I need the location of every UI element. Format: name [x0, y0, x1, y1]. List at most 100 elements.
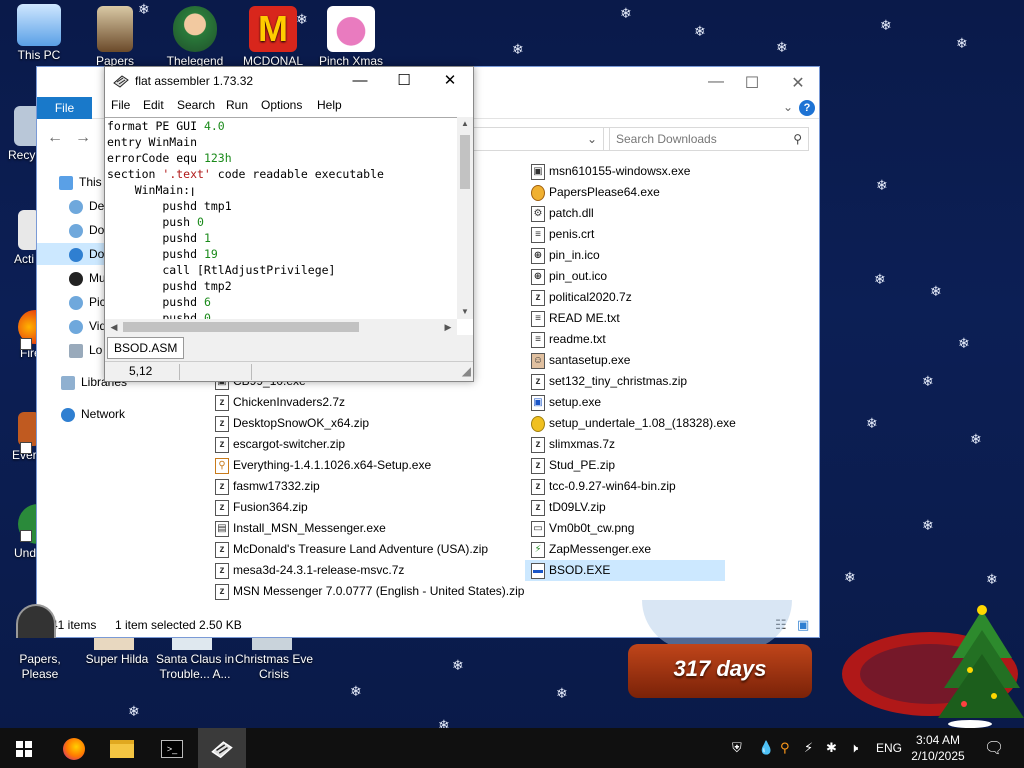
- horizontal-scrollbar[interactable]: ◀ ▶: [105, 319, 457, 335]
- search-icon[interactable]: ⚲: [793, 128, 802, 150]
- volume-muted-icon[interactable]: 🕨: [850, 740, 858, 756]
- vertical-scrollbar[interactable]: ▲ ▼: [457, 117, 473, 319]
- code-line[interactable]: pushd 1: [107, 230, 384, 246]
- code-line[interactable]: call [RtlAdjustPrivilege]: [107, 262, 384, 278]
- start-button[interactable]: [0, 728, 48, 768]
- code-line[interactable]: section '.text' code readable executable: [107, 166, 384, 182]
- taskbar-command-prompt[interactable]: >_: [148, 728, 196, 768]
- list-item[interactable]: z Fusion364.zip: [215, 497, 308, 518]
- maximize-icon[interactable]: ☐: [737, 73, 767, 93]
- clock[interactable]: 3:04 AM 2/10/2025: [904, 732, 972, 764]
- list-item[interactable]: ≡ READ ME.txt: [531, 308, 620, 329]
- nav-item-network[interactable]: Network: [61, 403, 207, 425]
- forward-arrow-icon[interactable]: →: [71, 128, 95, 148]
- list-item[interactable]: ≡ readme.txt: [531, 329, 606, 350]
- code-editor[interactable]: format PE GUI 4.0 entry WinMain errorCode …: [105, 117, 471, 319]
- code-line[interactable]: errorCode equ 123h: [107, 150, 384, 166]
- scroll-left-icon[interactable]: ◀: [107, 319, 121, 335]
- list-item[interactable]: z tcc-0.9.27-win64-bin.zip: [531, 476, 676, 497]
- taskbar-flat-assembler[interactable]: [198, 728, 246, 768]
- network-status-icon[interactable]: ⛨: [732, 740, 742, 756]
- notification-icon[interactable]: 🗨: [984, 738, 1004, 758]
- ribbon-expand-icon[interactable]: ⌄: [783, 100, 793, 114]
- list-item[interactable]: ⚲ Everything-1.4.1.1026.x64-Setup.exe: [215, 455, 431, 476]
- list-item[interactable]: z mesa3d-24.3.1-release-msvc.7z: [215, 560, 404, 581]
- list-item[interactable]: ▤ Install_MSN_Messenger.exe: [215, 518, 386, 539]
- flat-assembler-window[interactable]: flat assembler 1.73.32 — ☐ ✕ File Edit S…: [104, 66, 474, 382]
- list-item[interactable]: z Stud_PE.zip: [531, 455, 615, 476]
- code-line[interactable]: WinMain:: [107, 182, 384, 198]
- list-item[interactable]: setup_undertale_1.08_(18328).exe: [531, 413, 736, 434]
- scroll-up-icon[interactable]: ▲: [457, 117, 473, 131]
- code-line[interactable]: pushd tmp2: [107, 278, 384, 294]
- list-item[interactable]: z slimxmas.7z: [531, 434, 615, 455]
- menu-file[interactable]: File: [111, 98, 130, 112]
- code-line[interactable]: push 0: [107, 214, 384, 230]
- desktop-icon-this-pc[interactable]: This PC: [0, 4, 78, 62]
- droplet-icon[interactable]: 💧: [758, 740, 774, 756]
- desktop-icon-papers[interactable]: Papers: [76, 6, 154, 68]
- code-line[interactable]: pushd 19: [107, 246, 384, 262]
- address-dropdown-icon[interactable]: ⌄: [587, 132, 597, 146]
- code-line[interactable]: entry WinMain: [107, 134, 384, 150]
- scroll-down-icon[interactable]: ▼: [457, 305, 473, 319]
- fasm-title-bar[interactable]: flat assembler 1.73.32 — ☐ ✕: [105, 67, 473, 95]
- snowflake-tray-icon[interactable]: ✱: [826, 740, 837, 756]
- minimize-icon[interactable]: —: [701, 73, 731, 93]
- desktop-icon-pinch-xmas[interactable]: Pinch Xmas: [312, 6, 390, 68]
- christmas-countdown-gadget[interactable]: 317 days: [622, 600, 818, 710]
- help-icon[interactable]: ?: [799, 100, 815, 116]
- scroll-thumb[interactable]: [123, 322, 359, 332]
- list-item[interactable]: z political2020.7z: [531, 287, 632, 308]
- taskbar-file-explorer[interactable]: [98, 728, 146, 768]
- address-bar[interactable]: ⌄: [473, 127, 603, 151]
- scroll-right-icon[interactable]: ▶: [441, 319, 455, 335]
- list-item[interactable]: ▣ setup.exe: [531, 392, 601, 413]
- search-input[interactable]: Search Downloads ⚲: [609, 127, 809, 151]
- code-line[interactable]: pushd 6: [107, 294, 384, 310]
- list-item[interactable]: ▭ Vm0b0t_cw.png: [531, 518, 634, 539]
- code-line[interactable]: pushd 0: [107, 310, 384, 319]
- taskbar-firefox[interactable]: [50, 728, 98, 768]
- minimize-icon[interactable]: —: [337, 67, 383, 95]
- menu-options[interactable]: Options: [261, 98, 302, 112]
- list-item[interactable]: z McDonald's Treasure Land Adventure (USA…: [215, 539, 488, 560]
- resize-grip-icon[interactable]: ◢: [462, 364, 471, 378]
- list-item[interactable]: ⊕ pin_out.ico: [531, 266, 607, 287]
- language-indicator[interactable]: ENG: [876, 741, 902, 755]
- list-item[interactable]: ☺ santasetup.exe: [531, 350, 630, 371]
- file-tab[interactable]: File: [37, 97, 92, 119]
- back-arrow-icon[interactable]: ←: [43, 128, 67, 148]
- list-item[interactable]: z set132_tiny_christmas.zip: [531, 371, 687, 392]
- search-tray-icon[interactable]: ⚲: [780, 740, 790, 756]
- list-item[interactable]: ≡ penis.crt: [531, 224, 594, 245]
- desktop-icon-mcdonalds[interactable]: M MCDONAL: [234, 6, 312, 68]
- lightning-icon[interactable]: ⚡: [804, 740, 813, 756]
- list-item[interactable]: z DesktopSnowOK_x64.zip: [215, 413, 369, 434]
- close-icon[interactable]: ✕: [427, 67, 473, 95]
- list-item[interactable]: ⚡ ZapMessenger.exe: [531, 539, 651, 560]
- list-item[interactable]: z tD09LV.zip: [531, 497, 606, 518]
- menu-help[interactable]: Help: [317, 98, 342, 112]
- scroll-thumb[interactable]: [460, 135, 470, 189]
- list-item[interactable]: z fasmw17332.zip: [215, 476, 320, 497]
- tab-bsod-asm[interactable]: BSOD.ASM: [107, 337, 185, 359]
- menu-search[interactable]: Search: [177, 98, 215, 112]
- list-item[interactable]: z ChickenInvaders2.7z: [215, 392, 345, 413]
- close-icon[interactable]: ✕: [783, 73, 813, 93]
- menu-run[interactable]: Run: [226, 98, 248, 112]
- menu-edit[interactable]: Edit: [143, 98, 164, 112]
- list-item[interactable]: ⚙ patch.dll: [531, 203, 594, 224]
- maximize-icon[interactable]: ☐: [381, 67, 427, 95]
- desktop-icon-thelegend[interactable]: Thelegend: [156, 6, 234, 68]
- list-item[interactable]: PapersPlease64.exe: [531, 182, 660, 203]
- list-item[interactable]: ▣ msn610155-windowsx.exe: [531, 161, 690, 182]
- desktop-icon-papers-please[interactable]: Papers, Please: [0, 636, 80, 682]
- code-line[interactable]: pushd tmp1: [107, 198, 384, 214]
- code-line[interactable]: format PE GUI 4.0: [107, 118, 384, 134]
- list-item[interactable]: z MSN Messenger 7.0.0777 (English - Unite…: [215, 581, 524, 602]
- list-item[interactable]: ⊕ pin_in.ico: [531, 245, 600, 266]
- source-code[interactable]: format PE GUI 4.0 entry WinMain errorCode …: [107, 118, 384, 319]
- list-item[interactable]: z escargot-switcher.zip: [215, 434, 345, 455]
- list-item-selected[interactable]: ▬ BSOD.EXE: [525, 560, 725, 581]
